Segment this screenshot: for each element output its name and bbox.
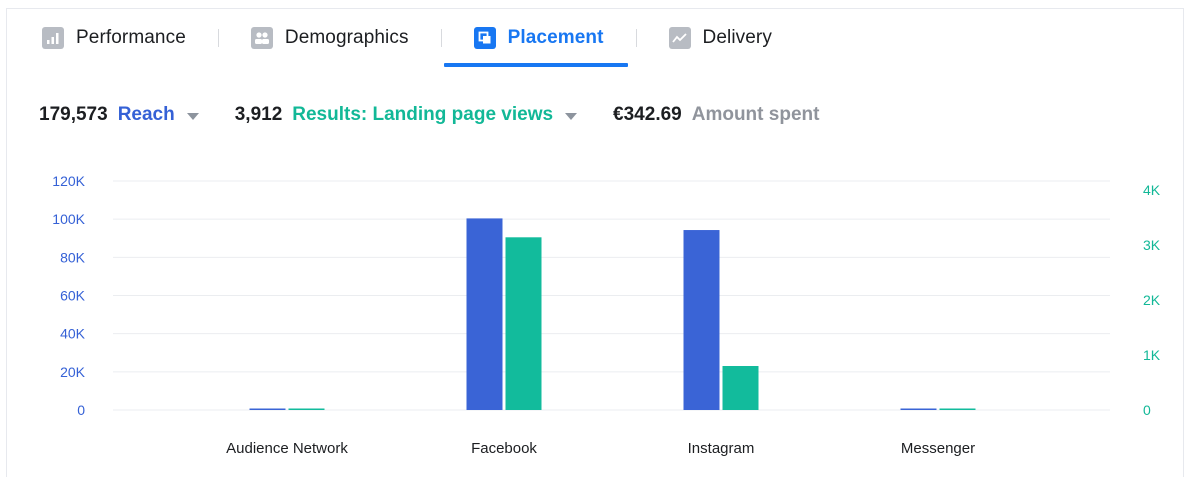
results-bar-audience-network[interactable] <box>288 408 325 411</box>
x-category-label: Messenger <box>901 440 975 457</box>
results-bar-instagram[interactable] <box>722 366 759 410</box>
reach-bar-facebook[interactable] <box>466 218 503 410</box>
y-left-tick-label: 80K <box>60 249 86 265</box>
results-bar-messenger[interactable] <box>939 408 976 411</box>
x-category-label: Facebook <box>471 440 537 457</box>
y-right-tick-label: 2K <box>1143 292 1161 308</box>
placement-bar-chart: 0 20K 40K 60K 80K 100K 120K 0 1K 2K 3K 4K Audience N… <box>52 173 1161 457</box>
y-right-tick-label: 4K <box>1143 182 1161 198</box>
y-left-tick-label: 60K <box>60 288 86 304</box>
x-category-label: Audience Network <box>226 440 348 457</box>
y-right-tick-label: 3K <box>1143 237 1161 253</box>
y-right-tick-label: 1K <box>1143 347 1161 363</box>
y-left-tick-label: 120K <box>52 173 85 189</box>
y-left-tick-label: 20K <box>60 364 86 380</box>
y-left-tick-label: 40K <box>60 326 86 342</box>
x-category-label: Instagram <box>688 440 755 457</box>
reach-bar-instagram[interactable] <box>683 230 720 410</box>
y-left-tick-label: 0 <box>77 402 85 418</box>
reach-bar-messenger[interactable] <box>900 408 937 411</box>
results-bar-facebook[interactable] <box>505 237 542 410</box>
y-left-tick-label: 100K <box>52 211 85 227</box>
y-right-tick-label: 0 <box>1143 402 1151 418</box>
reach-bar-audience-network[interactable] <box>249 408 286 411</box>
